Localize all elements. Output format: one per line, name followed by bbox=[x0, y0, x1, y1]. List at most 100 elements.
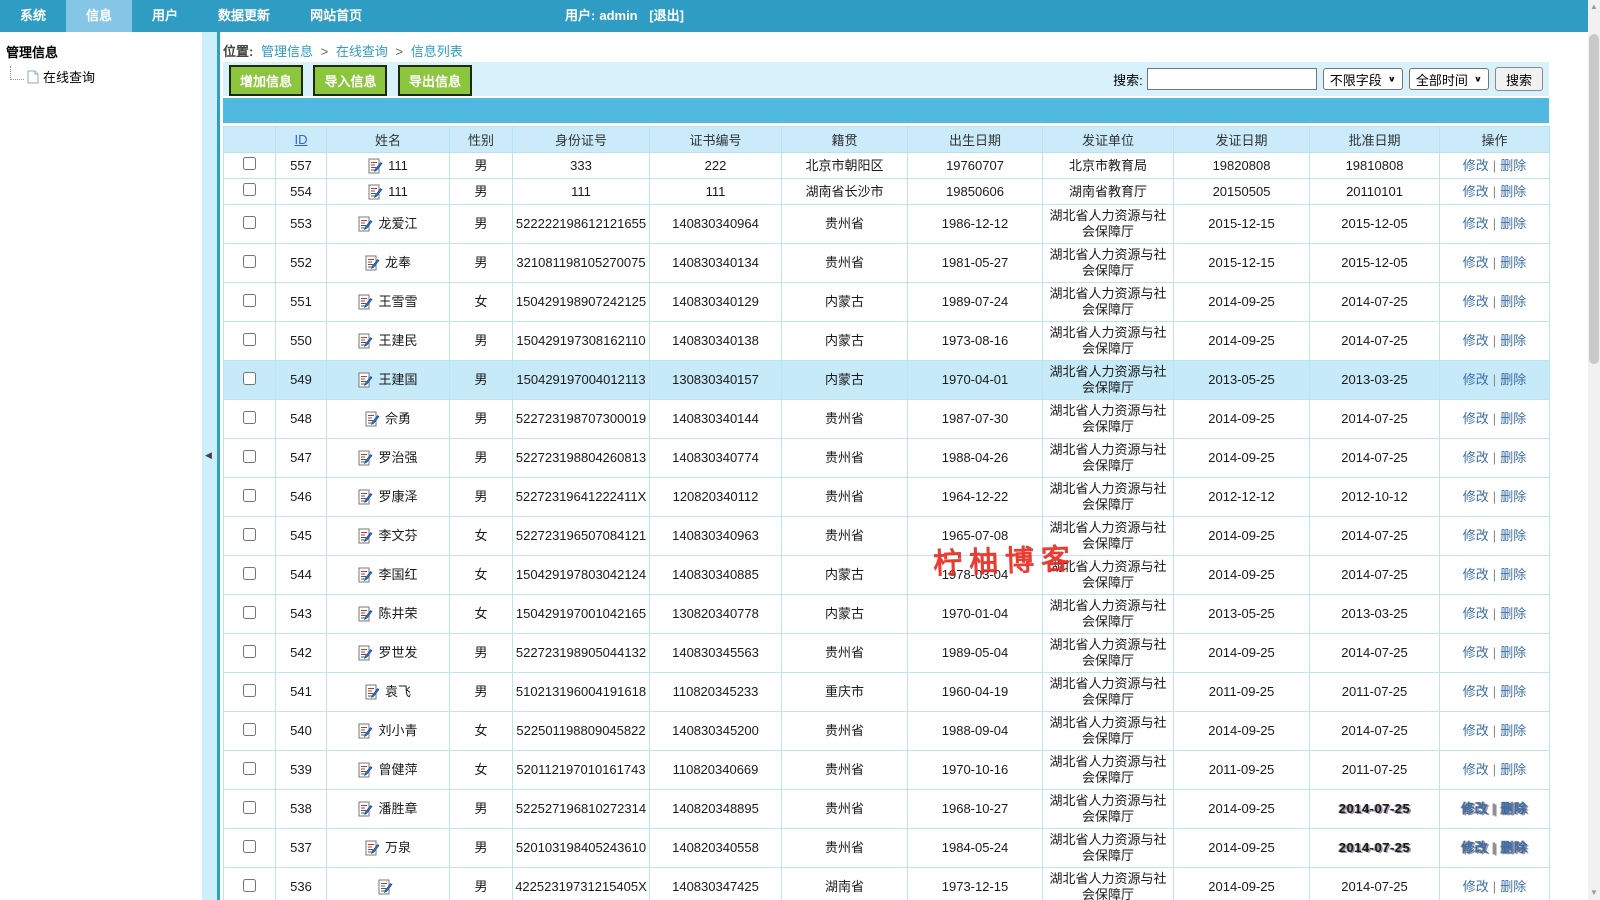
page-scrollbar[interactable]: ▲ ▼ bbox=[1588, 0, 1600, 900]
delete-link[interactable]: 删除 bbox=[1500, 184, 1526, 199]
logout-link[interactable]: [退出] bbox=[649, 8, 684, 23]
scroll-up-arrow-icon[interactable]: ▲ bbox=[1588, 0, 1600, 14]
edit-doc-icon[interactable] bbox=[378, 879, 393, 895]
row-checkbox[interactable] bbox=[243, 606, 256, 619]
delete-link[interactable]: 删除 bbox=[1500, 879, 1526, 894]
edit-doc-icon[interactable] bbox=[365, 684, 380, 700]
nav-tab-信息[interactable]: 信息 bbox=[66, 0, 132, 32]
edit-link[interactable]: 修改 bbox=[1463, 411, 1489, 426]
edit-doc-icon[interactable] bbox=[358, 606, 373, 622]
edit-doc-icon[interactable] bbox=[358, 801, 373, 817]
scrollbar-thumb[interactable] bbox=[1589, 34, 1599, 364]
delete-link[interactable]: 删除 bbox=[1500, 723, 1526, 738]
row-checkbox[interactable] bbox=[243, 450, 256, 463]
search-input[interactable] bbox=[1147, 68, 1317, 90]
delete-link[interactable]: 删除 bbox=[1500, 372, 1526, 387]
edit-doc-icon[interactable] bbox=[358, 645, 373, 661]
nav-tab-数据更新[interactable]: 数据更新 bbox=[198, 0, 290, 32]
nav-tab-用户[interactable]: 用户 bbox=[132, 0, 198, 32]
edit-doc-icon[interactable] bbox=[358, 216, 373, 232]
import-info-button[interactable]: 导入信息 bbox=[313, 65, 387, 96]
edit-link[interactable]: 修改 bbox=[1463, 684, 1489, 699]
nav-tab-系统[interactable]: 系统 bbox=[0, 0, 66, 32]
edit-link[interactable]: 修改 bbox=[1463, 372, 1489, 387]
search-button[interactable]: 搜索 bbox=[1495, 67, 1543, 91]
row-checkbox[interactable] bbox=[243, 567, 256, 580]
edit-doc-icon[interactable] bbox=[358, 294, 373, 310]
row-checkbox[interactable] bbox=[243, 879, 256, 892]
delete-link[interactable]: 删除 bbox=[1500, 684, 1526, 699]
edit-doc-icon[interactable] bbox=[358, 567, 373, 583]
row-checkbox[interactable] bbox=[243, 183, 256, 196]
row-checkbox[interactable] bbox=[243, 645, 256, 658]
row-checkbox[interactable] bbox=[243, 333, 256, 346]
row-checkbox[interactable] bbox=[243, 255, 256, 268]
delete-link[interactable]: 删除 bbox=[1500, 158, 1526, 173]
edit-link[interactable]: 修改 bbox=[1463, 216, 1489, 231]
edit-link[interactable]: 修改 bbox=[1463, 450, 1489, 465]
time-select[interactable]: 全部时间 ∨ bbox=[1409, 68, 1489, 90]
row-checkbox[interactable] bbox=[243, 411, 256, 424]
export-info-button[interactable]: 导出信息 bbox=[398, 65, 472, 96]
delete-link[interactable]: 删除 bbox=[1500, 450, 1526, 465]
delete-link[interactable]: 删除 bbox=[1500, 333, 1526, 348]
row-checkbox[interactable] bbox=[243, 528, 256, 541]
edit-doc-icon[interactable] bbox=[358, 489, 373, 505]
edit-doc-icon[interactable] bbox=[358, 450, 373, 466]
edit-doc-icon[interactable] bbox=[358, 528, 373, 544]
row-checkbox[interactable] bbox=[243, 684, 256, 697]
edit-link[interactable]: 修改 bbox=[1463, 184, 1489, 199]
delete-link[interactable]: 删除 bbox=[1500, 216, 1526, 231]
row-checkbox[interactable] bbox=[243, 294, 256, 307]
edit-link[interactable]: 修改 bbox=[1463, 606, 1489, 621]
edit-doc-icon[interactable] bbox=[368, 184, 383, 200]
row-checkbox[interactable] bbox=[243, 372, 256, 385]
delete-link[interactable]: 删除 bbox=[1501, 801, 1528, 816]
edit-doc-icon[interactable] bbox=[368, 158, 383, 174]
edit-link[interactable]: 修改 bbox=[1463, 723, 1489, 738]
field-select[interactable]: 不限字段 ∨ bbox=[1323, 68, 1403, 90]
delete-link[interactable]: 删除 bbox=[1500, 489, 1526, 504]
delete-link[interactable]: 删除 bbox=[1501, 840, 1528, 855]
row-checkbox[interactable] bbox=[243, 840, 256, 853]
edit-link[interactable]: 修改 bbox=[1463, 762, 1489, 777]
edit-link[interactable]: 修改 bbox=[1463, 255, 1489, 270]
edit-link[interactable]: 修改 bbox=[1463, 158, 1489, 173]
edit-link[interactable]: 修改 bbox=[1461, 801, 1488, 816]
row-checkbox[interactable] bbox=[243, 157, 256, 170]
scroll-down-arrow-icon[interactable]: ▼ bbox=[1588, 886, 1600, 900]
sidebar-splitter[interactable]: ◀ bbox=[202, 32, 220, 900]
edit-link[interactable]: 修改 bbox=[1463, 528, 1489, 543]
nav-tab-网站首页[interactable]: 网站首页 bbox=[290, 0, 382, 32]
sidebar-item-online-query[interactable]: 在线查询 bbox=[10, 67, 202, 86]
edit-link[interactable]: 修改 bbox=[1463, 645, 1489, 660]
edit-link[interactable]: 修改 bbox=[1463, 567, 1489, 582]
edit-link[interactable]: 修改 bbox=[1463, 294, 1489, 309]
row-checkbox[interactable] bbox=[243, 801, 256, 814]
row-checkbox[interactable] bbox=[243, 762, 256, 775]
edit-doc-icon[interactable] bbox=[365, 840, 380, 856]
delete-link[interactable]: 删除 bbox=[1500, 411, 1526, 426]
collapse-arrow-icon[interactable]: ◀ bbox=[205, 450, 212, 461]
edit-doc-icon[interactable] bbox=[358, 723, 373, 739]
edit-link[interactable]: 修改 bbox=[1463, 489, 1489, 504]
row-checkbox[interactable] bbox=[243, 723, 256, 736]
row-checkbox[interactable] bbox=[243, 489, 256, 502]
edit-link[interactable]: 修改 bbox=[1463, 333, 1489, 348]
add-info-button[interactable]: 增加信息 bbox=[229, 65, 303, 96]
delete-link[interactable]: 删除 bbox=[1500, 255, 1526, 270]
edit-doc-icon[interactable] bbox=[365, 411, 380, 427]
edit-doc-icon[interactable] bbox=[358, 762, 373, 778]
edit-doc-icon[interactable] bbox=[358, 372, 373, 388]
delete-link[interactable]: 删除 bbox=[1500, 645, 1526, 660]
delete-link[interactable]: 删除 bbox=[1500, 606, 1526, 621]
delete-link[interactable]: 删除 bbox=[1500, 762, 1526, 777]
edit-doc-icon[interactable] bbox=[358, 333, 373, 349]
delete-link[interactable]: 删除 bbox=[1500, 528, 1526, 543]
breadcrumb-link-manage-info[interactable]: 管理信息 bbox=[261, 44, 313, 59]
delete-link[interactable]: 删除 bbox=[1500, 567, 1526, 582]
delete-link[interactable]: 删除 bbox=[1500, 294, 1526, 309]
edit-link[interactable]: 修改 bbox=[1463, 879, 1489, 894]
row-checkbox[interactable] bbox=[243, 216, 256, 229]
breadcrumb-link-online-query[interactable]: 在线查询 bbox=[336, 44, 388, 59]
